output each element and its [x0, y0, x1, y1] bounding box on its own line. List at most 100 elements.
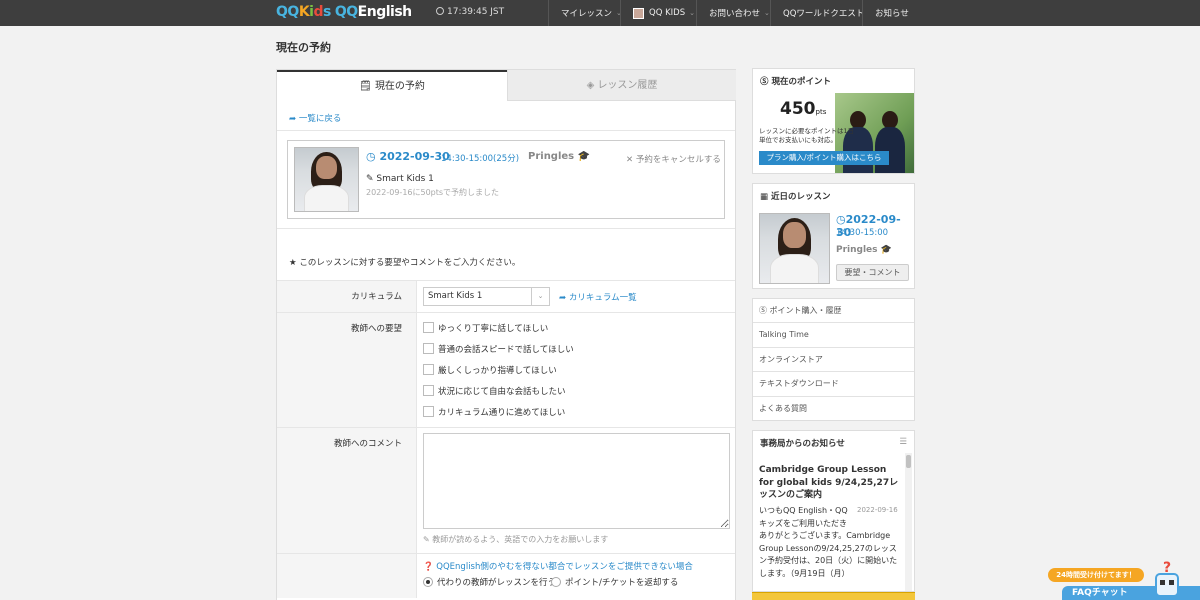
lesson-card: ◷ 2022-09-30 14:30-15:00(25分) Pringles 🎓… — [287, 140, 725, 219]
news-panel: 事務局からのお知らせ ☰ Cambridge Group Lesson for g… — [752, 430, 915, 592]
coin-icon: Ⓢ — [759, 306, 770, 315]
arrow-icon: ➦ — [559, 293, 569, 303]
sidebar-item-talking-time[interactable]: Talking Time — [753, 323, 914, 348]
page-title: 現在の予約 — [276, 41, 331, 54]
request-checkbox[interactable]: 普通の会話スピードで話してほしい — [423, 343, 574, 355]
promo-banner[interactable] — [752, 592, 915, 600]
tab-bar: 🗒 現在の予約 ◈ レッスン履歴 — [277, 70, 736, 101]
curriculum-label: カリキュラム — [277, 281, 417, 312]
news-item-body: いつもQQ English・QQキッズをご利用いただき — [759, 506, 848, 528]
checkbox-icon[interactable] — [423, 322, 434, 333]
checkbox-icon[interactable] — [423, 385, 434, 396]
requests-row: 教師への要望 ゆっくり丁寧に話してほしい 普通の会話スピードで話してほしい 厳し… — [277, 312, 735, 427]
divider — [277, 228, 735, 229]
teacher-name-link[interactable]: Pringles 🎓 — [528, 151, 590, 162]
alternative-label — [277, 554, 417, 598]
comment-label: 教師へのコメント — [277, 428, 417, 553]
booking-info: 2022-09-16に50ptsで予約しました — [366, 188, 500, 197]
tab-lesson-history[interactable]: ◈ レッスン履歴 — [507, 70, 736, 101]
news-item-title[interactable]: Cambridge Group Lesson for global kids 9… — [759, 464, 899, 502]
sidebar-item-points-history[interactable]: Ⓢ ポイント購入・履歴 — [753, 299, 914, 324]
news-title: 事務局からのお知らせ ☰ — [760, 437, 907, 449]
points-value: 450pts — [780, 99, 827, 119]
help-icon: ❓ — [423, 562, 437, 572]
radio-refund-points[interactable]: ポイント/チケットを返却する — [551, 576, 678, 588]
radio-icon[interactable] — [551, 577, 561, 587]
request-checkbox[interactable]: ゆっくり丁寧に話してほしい — [423, 322, 548, 334]
upcoming-lesson-panel: ▦ 近日のレッスン ◷2022-09-30 14:30-15:00 Pringl… — [752, 183, 915, 289]
list-icon[interactable]: ☰ — [899, 437, 907, 447]
lesson-date: ◷ 2022-09-30 — [366, 150, 450, 163]
points-note: レッスンに必要なポイントは1日単位でお支払いにも対応。 — [759, 127, 855, 144]
arrow-icon: ➦ — [289, 114, 299, 124]
requests-label: 教師への要望 — [277, 313, 417, 427]
curriculum-row: カリキュラム Smart Kids 1 ⌄ ➦ カリキュラム一覧 — [277, 280, 735, 312]
chevron-down-icon: ⌄ — [764, 9, 770, 17]
back-to-list-link[interactable]: ➦ 一覧に戻る — [289, 112, 341, 124]
tab-current-reservation[interactable]: 🗒 現在の予約 — [277, 70, 507, 101]
nav-contact[interactable]: お問い合わせ ⌄ — [696, 0, 782, 26]
mascot-icon[interactable]: ? — [1150, 560, 1184, 600]
nav-world-quest[interactable]: QQワールドクエスト — [770, 0, 876, 26]
upcoming-time: 14:30-15:00 — [836, 228, 889, 238]
checkbox-icon[interactable] — [423, 343, 434, 354]
layers-icon: ◈ — [586, 80, 598, 91]
radio-substitute-teacher[interactable]: 代わりの教師がレッスンを行う — [423, 576, 556, 588]
sidebar-links: Ⓢ ポイント購入・履歴 Talking Time オンラインストア テキストダウ… — [752, 298, 915, 421]
request-comment-button[interactable]: 要望・コメント — [836, 264, 909, 281]
teacher-photo — [759, 213, 830, 284]
lesson-time: 14:30-15:00(25分) — [441, 154, 520, 164]
curriculum-list-link[interactable]: ➦ カリキュラム一覧 — [559, 291, 637, 303]
chevron-down-icon: ⌄ — [531, 288, 549, 305]
avatar — [633, 7, 644, 19]
svg-text:?: ? — [1163, 560, 1171, 576]
buy-plan-points-button[interactable]: プラン購入/ポイント購入はこちら — [759, 151, 889, 165]
upcoming-teacher-link[interactable]: Pringles 🎓 — [836, 245, 892, 255]
comment-textarea[interactable] — [423, 433, 730, 529]
pencil-icon: ✎ — [423, 535, 433, 544]
star-icon: ★ — [289, 258, 300, 268]
nav-qq-kids[interactable]: QQ KIDS ⌄ — [620, 0, 707, 26]
main-panel: 🗒 現在の予約 ◈ レッスン履歴 ➦ 一覧に戻る ◷ 2022-09-30 14… — [276, 69, 736, 600]
graduation-cap-icon: 🎓 — [877, 245, 892, 255]
qq-logo[interactable]: QQKids QQEnglish — [276, 4, 412, 22]
points-panel: Ⓢ 現在のポイント 450pts レッスンに必要なポイントは1日単位でお支払いに… — [752, 68, 915, 174]
sidebar-item-faq[interactable]: よくある質問 — [753, 397, 914, 421]
calendar-icon: ▦ — [760, 192, 771, 202]
nav-news[interactable]: お知らせ — [862, 0, 921, 26]
top-bar: QQKids QQEnglish 17:39:45 JST マイレッスン ⌄ QQ … — [0, 0, 1200, 26]
comment-hint: ✎ 教師が読めるよう、英語での入力をお願いします — [423, 535, 609, 544]
curriculum-select[interactable]: Smart Kids 1 ⌄ — [423, 287, 550, 306]
chevron-down-icon: ⌄ — [689, 9, 695, 17]
clock-display: 17:39:45 JST — [436, 7, 504, 17]
course-name: ✎ Smart Kids 1 — [366, 174, 434, 184]
news-item-body-cont: ありがとうございます。Cambridge Group Lessonの9/24,2… — [759, 531, 898, 578]
sidebar-item-online-store[interactable]: オンラインストア — [753, 348, 914, 373]
teacher-photo — [294, 147, 359, 212]
cancel-reservation-button[interactable]: ✕ 予約をキャンセルする — [626, 153, 721, 165]
coin-icon: Ⓢ — [760, 77, 772, 87]
radio-selected-icon[interactable] — [423, 577, 433, 587]
faq-badge: 24時間受け付けてます！ — [1048, 568, 1144, 582]
clipboard-icon: 🗒 — [359, 81, 375, 92]
alternative-row: ❓ QQEnglish側のやむを得ない都合でレッスンをご提供できない場合 代わり… — [277, 553, 735, 598]
checkbox-icon[interactable] — [423, 364, 434, 375]
request-checkbox[interactable]: カリキュラム通りに進めてほしい — [423, 406, 565, 418]
points-title: Ⓢ 現在のポイント — [760, 77, 831, 87]
sidebar-item-text-download[interactable]: テキストダウンロード — [753, 372, 914, 397]
close-icon: ✕ — [626, 155, 636, 165]
request-note: ★ このレッスンに対する要望やコメントをご入力ください。 — [289, 258, 521, 268]
clock-icon: ◷ — [366, 150, 380, 163]
checkbox-icon[interactable] — [423, 406, 434, 417]
news-scrollbar[interactable] — [905, 453, 912, 591]
alternative-help-link[interactable]: ❓ QQEnglish側のやむを得ない都合でレッスンをご提供できない場合 — [423, 560, 693, 572]
pencil-icon: ✎ — [366, 174, 377, 184]
clock-icon: ◷ — [836, 213, 846, 226]
upcoming-title: ▦ 近日のレッスン — [760, 192, 831, 202]
news-item-date: 2022-09-16 — [857, 506, 898, 514]
request-checkbox[interactable]: 状況に応じて自由な会話もしたい — [423, 385, 566, 397]
comment-row: 教師へのコメント ✎ 教師が読めるよう、英語での入力をお願いします — [277, 427, 735, 553]
divider — [277, 130, 735, 131]
graduation-cap-icon: 🎓 — [574, 151, 591, 162]
request-checkbox[interactable]: 厳しくしっかり指導してほしい — [423, 364, 557, 376]
